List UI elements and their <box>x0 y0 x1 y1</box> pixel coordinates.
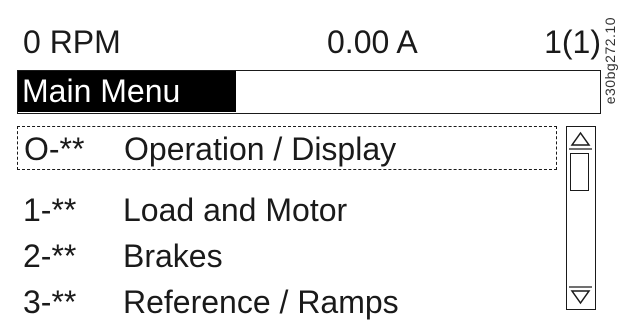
menu-item-label: Load and Motor <box>123 192 348 228</box>
active-setup-indicator: 1(1) <box>544 24 601 60</box>
menu-item-operation-display[interactable]: O-** Operation / Display <box>17 126 557 170</box>
scrollbar[interactable] <box>566 126 596 310</box>
motor-speed-readout: 0 RPM <box>23 24 121 60</box>
menu-item-label: Operation / Display <box>124 131 397 167</box>
menu-item-number: 3-** <box>23 284 77 320</box>
motor-current-readout: 0.00 A <box>327 24 418 60</box>
lcd-display: 0 RPM 0.00 A 1(1) Main Menu O-** Operatio… <box>0 0 619 323</box>
menu-item-number: O-** <box>24 131 85 167</box>
menu-item-number: 2-** <box>23 238 77 274</box>
scroll-up-arrow-icon[interactable] <box>567 128 594 150</box>
parameter-group-list: O-** Operation / Display 1-** Load and Mot… <box>17 124 565 320</box>
scroll-down-arrow-icon[interactable] <box>567 286 594 308</box>
menu-item-brakes[interactable]: 2-** Brakes <box>17 234 557 278</box>
drawing-reference-code: e30bg272.10 <box>602 17 618 105</box>
menu-item-label: Brakes <box>123 238 223 274</box>
scroll-thumb[interactable] <box>570 153 589 191</box>
menu-title: Main Menu <box>18 71 236 112</box>
menu-title-bar: Main Menu <box>17 70 601 114</box>
status-line: 0 RPM 0.00 A 1(1) <box>17 20 601 64</box>
menu-item-reference-ramps[interactable]: 3-** Reference / Ramps <box>17 280 557 323</box>
menu-item-load-and-motor[interactable]: 1-** Load and Motor <box>17 188 557 232</box>
menu-item-number: 1-** <box>23 192 77 228</box>
menu-item-label: Reference / Ramps <box>123 284 399 320</box>
